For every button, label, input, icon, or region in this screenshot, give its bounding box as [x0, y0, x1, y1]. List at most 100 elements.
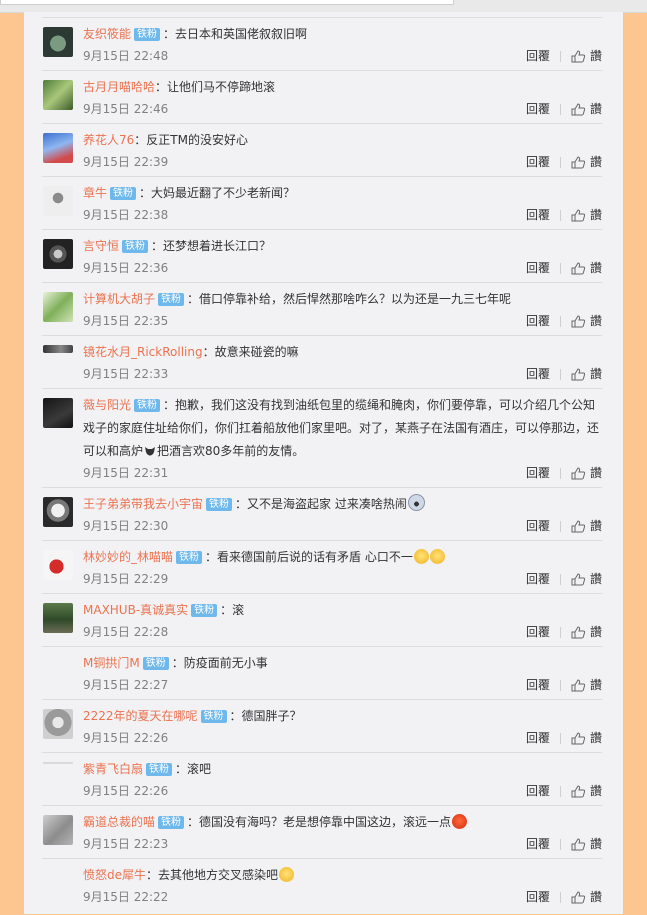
- reply-button[interactable]: 回覆: [526, 155, 550, 169]
- username-link[interactable]: 章牛: [83, 186, 107, 200]
- username-link[interactable]: 2222年的夏天在哪呢: [83, 709, 198, 723]
- comment-actions: 回覆 讚: [526, 155, 602, 169]
- divider: [559, 315, 561, 327]
- thumbs-up-icon: [571, 784, 585, 797]
- reply-button[interactable]: 回覆: [526, 837, 550, 851]
- username-link[interactable]: 言守恒: [83, 239, 119, 253]
- comment-body: ：让他们马不停蹄地滚: [155, 80, 276, 94]
- comment-text: 章牛 铁粉 ：大妈最近翻了不少老新闻？: [83, 182, 603, 205]
- comment-body: ：滚: [220, 603, 245, 617]
- divider: [559, 573, 561, 585]
- username-link[interactable]: 霸道总裁的喵: [83, 815, 155, 829]
- like-button[interactable]: 讚: [571, 678, 602, 692]
- reply-button[interactable]: 回覆: [526, 208, 550, 222]
- reply-button[interactable]: 回覆: [526, 49, 550, 63]
- avatar[interactable]: [43, 186, 73, 216]
- username-link[interactable]: 愤怒de犀牛: [83, 868, 146, 882]
- reply-button[interactable]: 回覆: [526, 572, 550, 586]
- like-button[interactable]: 讚: [571, 102, 602, 116]
- like-button[interactable]: 讚: [571, 625, 602, 639]
- reply-button[interactable]: 回覆: [526, 314, 550, 328]
- avatar[interactable]: [43, 345, 73, 353]
- fan-badge[interactable]: 铁粉: [206, 498, 233, 511]
- fan-badge[interactable]: 铁粉: [176, 551, 203, 564]
- thumbs-up-icon: [571, 731, 585, 744]
- like-button[interactable]: 讚: [571, 519, 602, 533]
- comment-text: 2222年的夏天在哪呢 铁粉 ：德国胖子？: [83, 705, 603, 728]
- like-button[interactable]: 讚: [571, 731, 602, 745]
- comment-text: 友织筱能 铁粉 ：去日本和英国佬叙叙旧啊: [83, 23, 603, 46]
- avatar[interactable]: [43, 709, 73, 739]
- like-button[interactable]: 讚: [571, 49, 602, 63]
- like-button[interactable]: 讚: [571, 837, 602, 851]
- reply-button[interactable]: 回覆: [526, 625, 550, 639]
- reply-button[interactable]: 回覆: [526, 519, 550, 533]
- username-link[interactable]: 友织筱能: [83, 27, 131, 41]
- fan-badge[interactable]: 铁粉: [158, 816, 185, 829]
- username-link[interactable]: 王子弟弟带我去小宇宙: [83, 497, 203, 511]
- avatar[interactable]: [43, 133, 73, 163]
- like-button[interactable]: 讚: [571, 784, 602, 798]
- username-link[interactable]: 养花人76: [83, 133, 134, 147]
- like-button[interactable]: 讚: [571, 208, 602, 222]
- list-item: 养花人76：反正TM的没安好心 9月15日 22:39 回覆 讚: [42, 123, 602, 177]
- reply-button[interactable]: 回覆: [526, 261, 550, 275]
- comment-text: M铜拱门M 铁粉 ：防疫面前无小事: [83, 652, 603, 675]
- reply-button[interactable]: 回覆: [526, 466, 550, 480]
- comment-time: 9月15日 22:31: [83, 466, 169, 480]
- thumbs-up-icon: [571, 155, 585, 168]
- username-link[interactable]: 计算机大胡子: [83, 292, 155, 306]
- avatar[interactable]: [43, 762, 73, 764]
- like-button[interactable]: 讚: [571, 466, 602, 480]
- fan-badge[interactable]: 铁粉: [142, 657, 169, 670]
- avatar[interactable]: [43, 292, 73, 322]
- fan-badge[interactable]: 铁粉: [146, 763, 173, 776]
- avatar[interactable]: [43, 398, 73, 428]
- reply-button[interactable]: 回覆: [526, 678, 550, 692]
- avatar[interactable]: [43, 27, 73, 57]
- username-link[interactable]: 薇与阳光: [83, 398, 131, 412]
- comment-actions: 回覆 讚: [526, 208, 602, 222]
- comment-actions: 回覆 讚: [526, 625, 602, 639]
- fan-badge[interactable]: 铁粉: [122, 240, 149, 253]
- like-button[interactable]: 讚: [571, 261, 602, 275]
- like-button[interactable]: 讚: [571, 367, 602, 381]
- angry-face-emoji-icon: [452, 814, 468, 829]
- fan-badge[interactable]: 铁粉: [158, 293, 185, 306]
- fan-badge[interactable]: 铁粉: [134, 28, 161, 41]
- username-link[interactable]: 古月月喵哈哈: [83, 80, 155, 94]
- like-button[interactable]: 讚: [571, 155, 602, 169]
- comment-actions: 回覆 讚: [526, 49, 602, 63]
- divider: [559, 679, 561, 691]
- avatar[interactable]: [43, 239, 73, 269]
- avatar[interactable]: [43, 497, 73, 527]
- reply-button[interactable]: 回覆: [526, 731, 550, 745]
- username-link[interactable]: 紫青飞白扇: [83, 762, 143, 776]
- comment-time: 9月15日 22:38: [83, 208, 169, 222]
- list-item: 霸道总裁的喵 铁粉 ：德国没有海吗？老是想停靠中国这边，滚远一点 9月15日 22:…: [42, 805, 602, 859]
- address-bar-edge[interactable]: [0, 0, 454, 5]
- fan-badge[interactable]: 铁粉: [134, 399, 161, 412]
- username-link[interactable]: 镜花水月_RickRolling: [83, 345, 203, 359]
- thumbs-up-icon: [571, 49, 585, 62]
- avatar[interactable]: [43, 80, 73, 110]
- avatar[interactable]: [43, 550, 73, 580]
- reply-button[interactable]: 回覆: [526, 890, 550, 904]
- like-button[interactable]: 讚: [571, 572, 602, 586]
- username-link[interactable]: MAXHUB-真诚真实: [83, 603, 188, 617]
- like-button[interactable]: 讚: [571, 314, 602, 328]
- username-link[interactable]: 林妙妙的_林喵喵: [83, 550, 173, 564]
- fan-badge[interactable]: 铁粉: [191, 604, 218, 617]
- reply-button[interactable]: 回覆: [526, 367, 550, 381]
- reply-button[interactable]: 回覆: [526, 102, 550, 116]
- avatar[interactable]: [43, 815, 73, 845]
- username-link[interactable]: M铜拱门M: [83, 656, 140, 670]
- list-item: 古月月喵哈哈：让他们马不停蹄地滚 9月15日 22:46 回覆 讚: [42, 70, 602, 124]
- fan-badge[interactable]: 铁粉: [110, 187, 137, 200]
- list-item: 王子弟弟带我去小宇宙 铁粉 ：又不是海盗起家 过来凑啥热闹 9月15日 22:30 …: [42, 487, 602, 541]
- fan-badge[interactable]: 铁粉: [200, 710, 227, 723]
- reply-button[interactable]: 回覆: [526, 784, 550, 798]
- like-button[interactable]: 讚: [571, 890, 602, 904]
- comment-time: 9月15日 22:28: [83, 625, 169, 639]
- avatar[interactable]: [43, 603, 73, 633]
